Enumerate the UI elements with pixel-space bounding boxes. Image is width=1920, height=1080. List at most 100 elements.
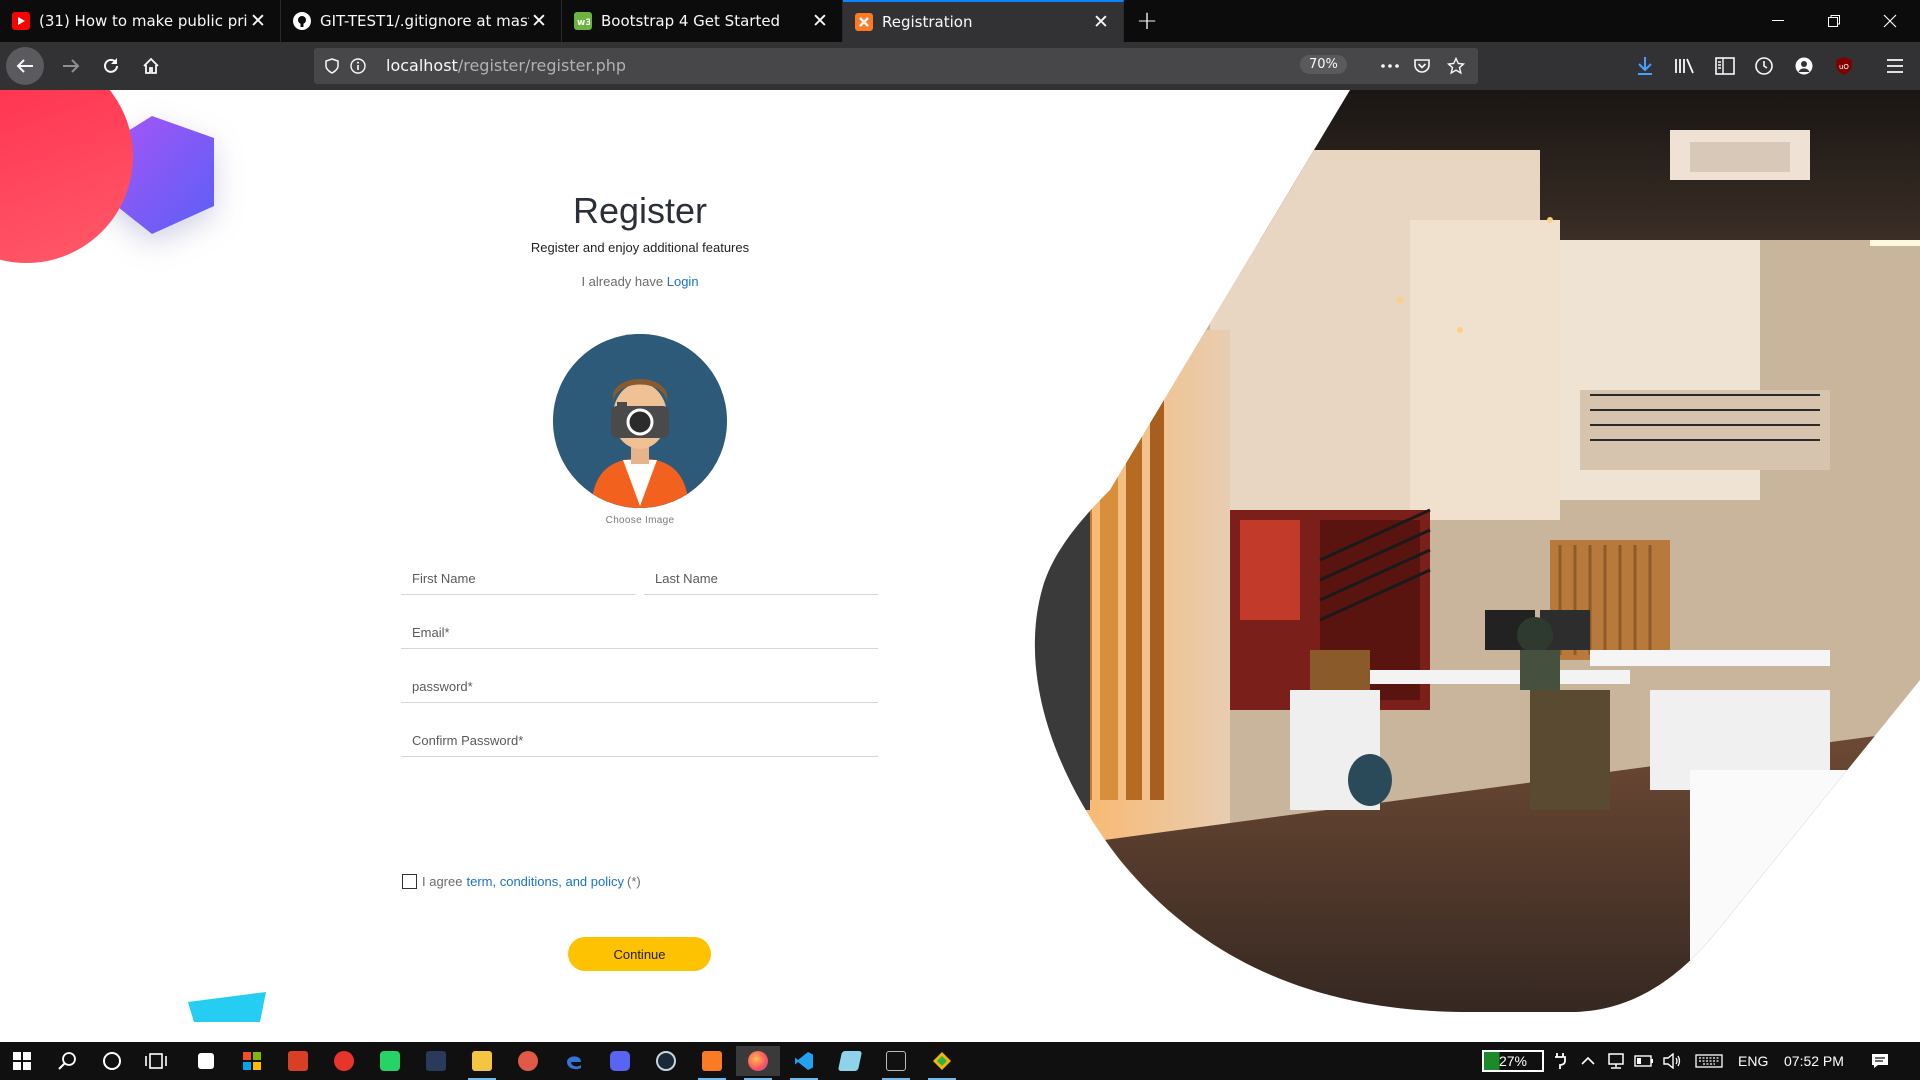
library-icon[interactable]: [1674, 55, 1696, 77]
windows-taskbar: 27% ENG 07:52 PM: [0, 1042, 1920, 1080]
power-plug-icon[interactable]: [1550, 1051, 1570, 1071]
password-field: [401, 665, 878, 703]
keyboard-icon[interactable]: [1694, 1051, 1724, 1071]
continue-button[interactable]: Continue: [568, 937, 711, 971]
svg-text:uO: uO: [1839, 63, 1849, 71]
xampp-taskbar-icon[interactable]: [690, 1046, 734, 1080]
tab-github[interactable]: GIT-TEST1/.gitignore at master ✕: [281, 0, 562, 42]
shield-icon[interactable]: [322, 56, 342, 76]
account-icon[interactable]: [1793, 55, 1815, 77]
p-app-icon[interactable]: [322, 1046, 366, 1076]
close-icon[interactable]: ✕: [529, 10, 549, 32]
forward-arrow-icon: [63, 59, 80, 73]
tab-title: Bootstrap 4 Get Started: [601, 12, 781, 30]
whatsapp-icon[interactable]: [368, 1046, 412, 1076]
file-explorer-icon[interactable]: [460, 1046, 504, 1080]
tab-registration[interactable]: Registration ✕: [843, 0, 1124, 42]
last-name-input[interactable]: [644, 557, 878, 593]
login-prompt: I already have Login: [440, 274, 840, 289]
home-icon: [143, 57, 159, 74]
login-link[interactable]: Login: [667, 274, 699, 289]
tab-w3schools[interactable]: w3 Bootstrap 4 Get Started ✕: [562, 0, 843, 42]
language-indicator[interactable]: ENG: [1738, 1053, 1768, 1069]
store-icon[interactable]: [184, 1046, 228, 1076]
close-icon[interactable]: ✕: [810, 10, 830, 32]
close-icon[interactable]: ✕: [1091, 11, 1111, 33]
url-text[interactable]: localhost/register/register.php: [386, 56, 626, 75]
vscode-icon[interactable]: [782, 1046, 826, 1080]
firefox-icon[interactable]: [736, 1046, 780, 1080]
back-arrow-icon: [16, 59, 33, 73]
tab-title: Registration: [882, 13, 973, 31]
paint-icon[interactable]: [506, 1046, 550, 1076]
youtube-icon: [12, 12, 30, 30]
tab-title: (31) How to make public privat: [39, 12, 248, 30]
sidebar-icon[interactable]: [1714, 55, 1736, 77]
task-view-icon[interactable]: [134, 1046, 178, 1076]
menu-icon[interactable]: [1884, 55, 1906, 77]
battery-tray-icon[interactable]: [1634, 1051, 1654, 1071]
browser-tab-strip: (31) How to make public privat ✕ GIT-TES…: [0, 0, 1920, 42]
steam-icon[interactable]: [644, 1046, 688, 1076]
chevron-up-icon[interactable]: [1578, 1051, 1598, 1071]
pdf-reader-icon[interactable]: [276, 1046, 320, 1076]
office-apps-icon[interactable]: [230, 1046, 274, 1076]
battery-indicator[interactable]: 27%: [1482, 1050, 1544, 1072]
clock[interactable]: 07:52 PM: [1784, 1053, 1844, 1069]
confirm-password-field: [401, 719, 878, 757]
cortana-icon[interactable]: [90, 1046, 134, 1076]
notes-app-icon[interactable]: [828, 1046, 872, 1076]
first-name-input[interactable]: [401, 557, 635, 593]
last-name-field: [644, 557, 878, 595]
search-icon[interactable]: [46, 1046, 90, 1076]
agree-checkbox[interactable]: [402, 874, 417, 889]
close-window-button[interactable]: [1862, 0, 1918, 42]
edge-icon[interactable]: [552, 1046, 596, 1076]
terms-agreement: I agree term, conditions, and policy (*): [402, 874, 641, 889]
notification-icon[interactable]: [1870, 1051, 1890, 1071]
page-subtitle: Register and enjoy additional features: [530, 240, 750, 255]
ublock-icon[interactable]: uO: [1833, 55, 1855, 77]
first-name-field: [401, 557, 635, 595]
svg-text:w3: w3: [577, 18, 590, 26]
agree-text: I agree: [422, 874, 463, 889]
confirm-password-input[interactable]: [401, 719, 878, 755]
password-input[interactable]: [401, 665, 878, 701]
volume-icon[interactable]: [1662, 1051, 1682, 1071]
bookmark-star-icon[interactable]: [1446, 56, 1466, 76]
command-prompt-icon[interactable]: [874, 1046, 918, 1080]
url-host: localhost: [386, 56, 458, 75]
history-icon[interactable]: [1753, 55, 1775, 77]
new-tab-button[interactable]: +: [1124, 0, 1170, 42]
user-avatar-icon: [553, 334, 727, 508]
git-app-icon[interactable]: [920, 1046, 964, 1080]
reload-button[interactable]: [92, 47, 130, 85]
home-button[interactable]: [132, 47, 170, 85]
decorative-circle: [0, 90, 133, 263]
terms-link[interactable]: term, conditions, and policy: [466, 874, 624, 889]
avatar-image-picker[interactable]: [553, 334, 727, 508]
windows-start-icon[interactable]: [0, 1046, 44, 1076]
office-photo: [1034, 90, 1920, 1012]
network-icon[interactable]: [1606, 1051, 1626, 1071]
terminal-app-icon[interactable]: [414, 1046, 458, 1076]
email-input[interactable]: [401, 611, 878, 647]
w3schools-icon: w3: [574, 12, 592, 30]
back-button[interactable]: [6, 47, 44, 85]
download-icon[interactable]: [1634, 55, 1656, 77]
discord-icon[interactable]: [598, 1046, 642, 1076]
pocket-icon[interactable]: [1412, 56, 1432, 76]
restore-button[interactable]: [1806, 0, 1862, 42]
page-actions-icon[interactable]: [1380, 56, 1400, 76]
close-icon[interactable]: ✕: [248, 10, 268, 32]
choose-image-label: Choose Image: [605, 515, 675, 526]
page-content: Register Register and enjoy additional f…: [0, 90, 1920, 1042]
url-bar[interactable]: localhost/register/register.php 70%: [314, 48, 1478, 84]
zoom-indicator[interactable]: 70%: [1300, 55, 1347, 74]
info-icon[interactable]: [348, 56, 368, 76]
tab-title: GIT-TEST1/.gitignore at master: [320, 12, 529, 30]
forward-button[interactable]: [52, 47, 90, 85]
minimize-button[interactable]: [1750, 0, 1806, 42]
tab-youtube[interactable]: (31) How to make public privat ✕: [0, 0, 281, 42]
login-prompt-text: I already have: [581, 274, 664, 289]
